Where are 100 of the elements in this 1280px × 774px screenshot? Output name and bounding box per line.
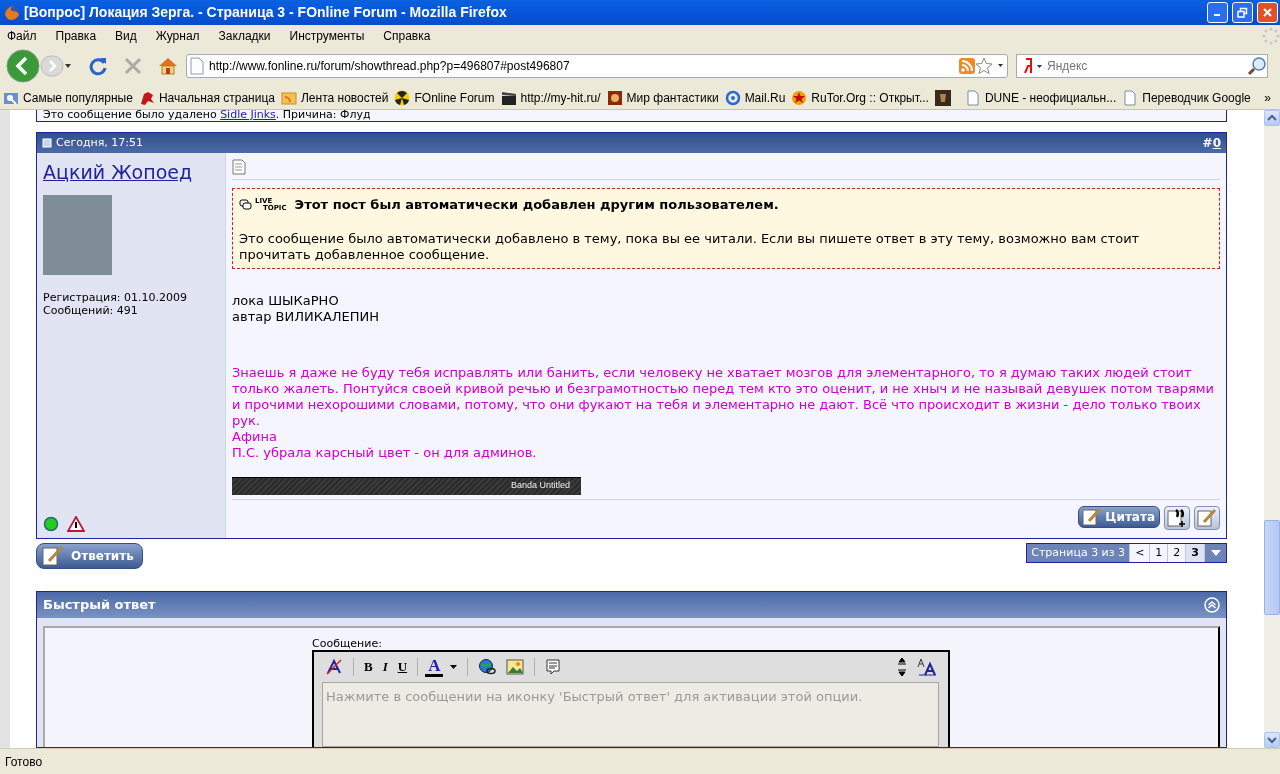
search-bar[interactable]: Яндекс xyxy=(1016,54,1268,78)
house-icon xyxy=(158,56,178,76)
registration-date: Регистрация: 01.10.2009 xyxy=(43,291,188,304)
page-button[interactable]: 3 xyxy=(1185,544,1204,562)
speech-bubbles-icon xyxy=(239,198,253,211)
italic-button[interactable]: I xyxy=(379,656,391,678)
reload-icon xyxy=(88,56,108,76)
note-icon xyxy=(545,658,562,676)
caret-icon xyxy=(1209,549,1222,557)
message-text: автар ВИЛИКАЛЕПИН xyxy=(232,308,381,325)
multi-quote-button[interactable] xyxy=(1164,506,1190,530)
username-link[interactable]: Ацкий Жопоед xyxy=(43,161,193,183)
cup-icon xyxy=(934,89,951,106)
chevron-up-icon xyxy=(1267,114,1277,122)
bold-button[interactable]: B xyxy=(361,656,376,678)
post-date: Сегодня, 17:51 xyxy=(56,134,145,151)
throbber-icon xyxy=(1262,26,1280,45)
address-bar[interactable]: http://www.fonline.ru/forum/showthread.php?p=496807#post496807 xyxy=(186,54,1008,78)
bookmark-link[interactable]: http://my-hit.ru/ xyxy=(500,88,605,107)
bookmark-link[interactable]: FOnline Forum xyxy=(394,88,499,107)
film-icon xyxy=(500,89,517,106)
menu-item[interactable]: Вид xyxy=(115,26,145,45)
caret-icon xyxy=(450,664,458,670)
notice-text: Это сообщение было автоматически добавлено в тему, пока вы ее читали. Если вы пишете ответ в эту тему, возможно вам стоит прочитать добавленное сообщение. xyxy=(239,230,1141,263)
feed-icon xyxy=(959,58,975,74)
more-bookmarks-button[interactable]: » xyxy=(1264,88,1275,107)
bookmark-link[interactable]: Переводчик Google xyxy=(1122,88,1255,107)
post-link[interactable]: 0 xyxy=(1212,136,1221,150)
bookmark-link[interactable]: Мир фантастики xyxy=(606,88,723,107)
warning-icon[interactable] xyxy=(67,516,85,532)
notice-title: Этот пост был автоматически добавлен другим пользователем. xyxy=(294,196,779,214)
collapse-icon[interactable] xyxy=(1204,597,1220,613)
scrollbar-thumb[interactable] xyxy=(1264,520,1280,615)
deleted-notice-text: Это сообщение было удалено Sidle Jinks. Причина: Флуд xyxy=(43,110,371,121)
radiation-icon xyxy=(394,89,411,106)
back-button[interactable] xyxy=(6,49,40,83)
reply-button[interactable]: Ответить xyxy=(36,543,143,569)
page-icon xyxy=(964,89,981,106)
status-text: Готово xyxy=(5,753,43,771)
tile-icon xyxy=(606,89,623,106)
message-input[interactable]: Нажмите в сообщении на иконку 'Быстрый ответ' для активации этой опции. xyxy=(322,682,939,747)
star-icon xyxy=(975,57,993,75)
post-number: #0 xyxy=(1202,135,1221,152)
ring-icon xyxy=(724,89,741,106)
field-label: Сообщение: xyxy=(312,638,383,650)
picture-icon xyxy=(506,659,525,675)
history-dropdown[interactable] xyxy=(64,62,72,70)
menu-item[interactable]: Закладки xyxy=(218,26,279,45)
moderator-message-text: П.С. убрала карсный цвет - он для админов. xyxy=(232,444,538,461)
chevron-down-icon xyxy=(1267,736,1277,744)
bookmark-link[interactable]: DUNE - неофициальн... xyxy=(964,88,1121,107)
bookmark-link[interactable]: Mail.Ru xyxy=(724,88,790,107)
document-icon xyxy=(232,159,246,175)
restore-icon xyxy=(1237,7,1248,18)
star-icon xyxy=(791,89,808,106)
page-button[interactable]: 2 xyxy=(1167,544,1186,562)
minimize-button[interactable] xyxy=(1207,2,1228,23)
moderator-message-text: Афина xyxy=(232,428,278,445)
search-icon xyxy=(1247,56,1267,76)
close-icon xyxy=(1262,7,1273,18)
font-color-button[interactable]: A xyxy=(425,657,444,677)
home-button[interactable] xyxy=(158,56,178,76)
quote-marks-icon xyxy=(1166,508,1188,528)
page-icon xyxy=(1122,89,1139,106)
reload-button[interactable] xyxy=(88,56,108,76)
bookmark-link[interactable]: Самые популярные xyxy=(3,88,137,107)
letters-icon xyxy=(917,658,937,676)
previous-page-button[interactable]: < xyxy=(1129,544,1150,562)
quote-button[interactable]: Цитата xyxy=(1078,506,1160,528)
pencil-note-icon xyxy=(1196,508,1218,528)
user-link[interactable]: Sidle Jinks xyxy=(220,110,276,121)
caret-icon xyxy=(64,62,72,70)
menu-item[interactable]: Справка xyxy=(383,26,439,45)
page-icon xyxy=(187,56,205,76)
window-title: [Вопрос] Локация Зерга. - Страница 3 - FOnline Forum - Mozilla Firefox xyxy=(24,3,508,22)
close-button[interactable] xyxy=(1257,2,1278,23)
panel-title: Быстрый ответ xyxy=(43,596,156,615)
menu-item[interactable]: Правка xyxy=(55,26,105,45)
menu-item[interactable]: Файл xyxy=(7,26,45,45)
menu-item[interactable]: Инструменты xyxy=(289,26,373,45)
underline-button[interactable]: U xyxy=(394,656,411,678)
bookmark-link[interactable]: Лента новостей xyxy=(281,88,393,107)
crossed-letter-icon xyxy=(325,658,343,676)
post-count: Сообщений: 491 xyxy=(43,304,139,317)
menu-item[interactable]: Журнал xyxy=(155,26,208,45)
post-icon xyxy=(42,138,52,148)
resize-arrows-icon xyxy=(897,657,907,677)
page-indicator: Страница 3 из 3 xyxy=(1030,544,1127,561)
feed-icon xyxy=(281,89,297,106)
moderator-message-text: Знаешь я даже не буду тебя исправлять или банить, если человеку не хватает мозгов для элементарного, то я думаю таких людей стоит только жалеть. Понтуйся своей кривой речью и безграмотностью перед тем кто это оценит, и не хныч и не называй девушек потом тварями и прочими нехорошими словами, потому, что они фукают на тебя и элементарно не дают. Всё что происходит в жизни - дело только твоих рук. xyxy=(232,364,1215,429)
scrollbar[interactable] xyxy=(1264,110,1280,748)
page-button[interactable]: 1 xyxy=(1149,544,1168,562)
address-field[interactable]: http://www.fonline.ru/forum/showthread.php?p=496807#post496807 xyxy=(205,57,959,75)
bookmark-link[interactable]: Начальная страница xyxy=(138,88,279,107)
message-text: лока ШЫКаРНО xyxy=(232,292,340,309)
cross-icon xyxy=(124,57,142,75)
restore-button[interactable] xyxy=(1232,2,1253,23)
globe-chain-icon xyxy=(478,658,497,676)
pencil-note-icon xyxy=(41,545,65,567)
bookmark-link[interactable]: RuTor.Org :: Открыт... xyxy=(791,88,933,107)
